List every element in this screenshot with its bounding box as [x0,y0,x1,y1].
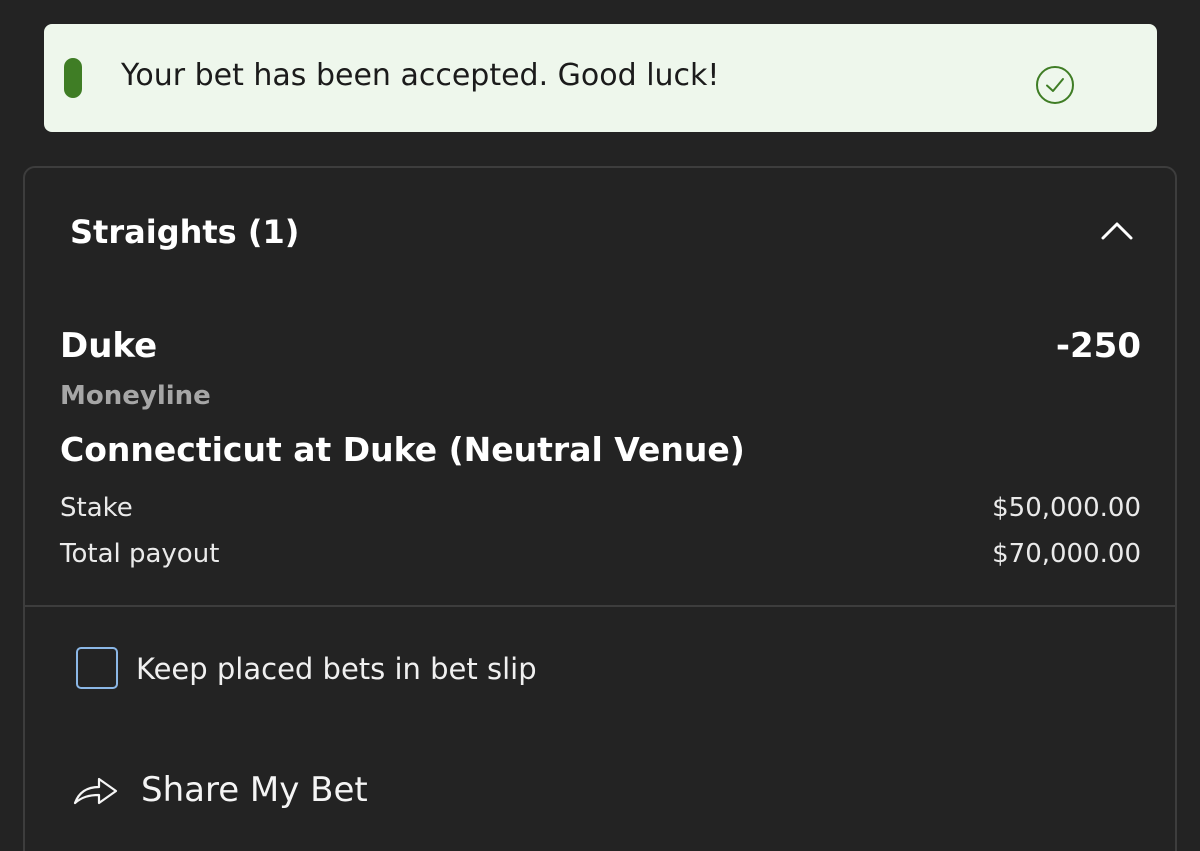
keep-bets-checkbox[interactable] [76,647,118,689]
odds-value: -250 [1055,326,1141,366]
market-type: Moneyline [60,381,211,411]
chevron-up-icon[interactable] [1097,216,1137,246]
selection-name: Duke [60,326,158,366]
toast-message: Your bet has been accepted. Good luck! [121,58,720,93]
event-name: Connecticut at Duke (Neutral Venue) [60,430,745,469]
section-title: Straights (1) [70,213,300,251]
share-arrow-icon [73,777,118,805]
success-toast: Your bet has been accepted. Good luck! [44,24,1157,132]
divider [25,605,1175,607]
keep-bets-label[interactable]: Keep placed bets in bet slip [136,649,537,689]
bet-slip-card: Straights (1) Duke -250 Moneyline Connec… [23,166,1177,851]
payout-value: $70,000.00 [992,539,1141,569]
bet-confirmation-screen: Your bet has been accepted. Good luck! S… [0,0,1200,851]
check-circle-icon [1036,66,1074,104]
stake-value: $50,000.00 [992,493,1141,523]
stake-label: Stake [60,493,133,523]
share-bet-label: Share My Bet [141,770,368,810]
share-bet-button[interactable]: Share My Bet [71,764,431,816]
payout-label: Total payout [60,539,220,569]
toast-accent-bar [64,58,82,98]
